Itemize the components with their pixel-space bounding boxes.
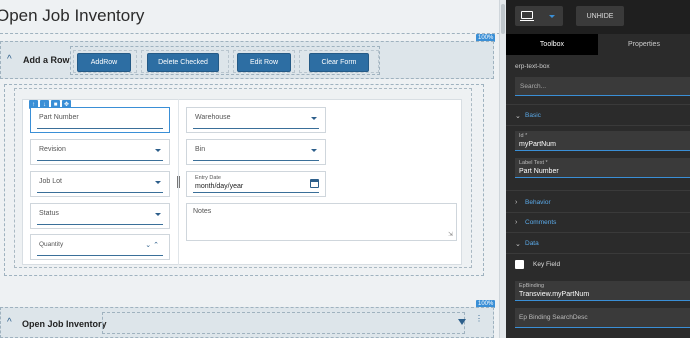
component-name: erp-text-box xyxy=(515,63,550,70)
warehouse-label: Warehouse xyxy=(195,114,231,121)
props-tabs: Toolbox Properties xyxy=(506,34,690,55)
chevron-down-icon xyxy=(549,15,555,18)
quantity-label: Quantity xyxy=(39,241,64,248)
unhide-button[interactable]: UNHIDE xyxy=(576,6,624,26)
section-comments[interactable]: › Comments xyxy=(506,216,690,230)
title-divider xyxy=(0,33,500,34)
chevron-down-icon: ⌄ xyxy=(515,113,521,120)
collapse-chevron-icon[interactable]: ^ xyxy=(7,54,12,65)
bin-dropdown[interactable]: Bin xyxy=(186,139,326,165)
status-label: Status xyxy=(39,210,59,217)
calendar-icon[interactable] xyxy=(310,179,319,188)
search-input[interactable]: Search... xyxy=(515,77,690,96)
key-field-checkbox[interactable] xyxy=(515,260,524,269)
designer-canvas: Open Job Inventory 100% ^ Add a Row AddR… xyxy=(0,0,506,338)
tab-properties[interactable]: Properties xyxy=(598,34,690,55)
more-vertical-icon[interactable]: ⋮ xyxy=(475,315,483,323)
chevron-down-icon xyxy=(155,181,161,184)
section-basic[interactable]: ⌄ Basic xyxy=(506,109,690,123)
search-placeholder: Search... xyxy=(520,83,547,90)
chevron-down-icon xyxy=(311,149,317,152)
entry-date-label: Entry Date xyxy=(195,175,221,181)
clear-form-button[interactable]: Clear Form xyxy=(309,53,369,72)
chevron-down-icon: ⌄ xyxy=(515,241,521,248)
chevron-down-icon xyxy=(155,213,161,216)
key-field-label: Key Field xyxy=(533,261,561,268)
filter-icon[interactable] xyxy=(458,319,466,325)
revision-dropdown[interactable]: Revision xyxy=(30,139,170,165)
open-job-inventory-panel[interactable]: ^ Open Job Inventory ⋮ xyxy=(0,307,494,338)
add-row-button[interactable]: AddRow xyxy=(77,53,131,72)
job-lot-dropdown[interactable]: Job Lot xyxy=(30,171,170,197)
chevron-down-icon xyxy=(311,117,317,120)
section-data[interactable]: ⌄ Data xyxy=(506,237,690,251)
chevron-right-icon: › xyxy=(515,199,518,206)
notes-textarea[interactable]: Notes ⇲ xyxy=(186,203,457,241)
revision-label: Revision xyxy=(39,146,66,153)
notes-label: Notes xyxy=(193,208,212,215)
quantity-stepper[interactable]: Quantity ⌄⌃ xyxy=(30,234,170,260)
panel-header-slot xyxy=(102,312,465,334)
vertical-scrollbar[interactable] xyxy=(499,0,506,338)
warehouse-dropdown[interactable]: Warehouse xyxy=(186,107,326,133)
chevron-down-icon xyxy=(155,149,161,152)
part-number-label: Part Number xyxy=(39,114,79,121)
device-selector[interactable] xyxy=(515,6,563,26)
spinner-arrows-icon[interactable]: ⌄⌃ xyxy=(145,241,161,249)
properties-panel: UNHIDE Toolbox Properties erp-text-box S… xyxy=(506,0,690,338)
props-toolbar: UNHIDE xyxy=(506,0,690,34)
add-row-panel[interactable]: ^ Add a Row AddRow Delete Checked Edit R… xyxy=(0,41,494,79)
ep-binding-field[interactable]: EpBinding Transview.myPartNum xyxy=(515,281,690,301)
section-behavior[interactable]: › Behavior xyxy=(506,196,690,210)
add-row-panel-title: Add a Row xyxy=(23,55,70,65)
tab-toolbox[interactable]: Toolbox xyxy=(506,34,598,55)
bin-label: Bin xyxy=(195,146,206,153)
entry-date-field[interactable]: Entry Date month/day/year xyxy=(186,171,326,197)
part-number-field[interactable]: Part Number xyxy=(30,107,170,133)
page-title: Open Job Inventory xyxy=(0,6,145,25)
ep-binding-search-field[interactable]: Ep Binding SearchDesc xyxy=(515,308,690,328)
id-field[interactable]: Id * myPartNum xyxy=(515,131,690,151)
status-dropdown[interactable]: Status xyxy=(30,203,170,229)
collapse-chevron-icon[interactable]: ^ xyxy=(7,317,12,328)
label-text-field[interactable]: Label Text * Part Number xyxy=(515,158,690,178)
delete-checked-button[interactable]: Delete Checked xyxy=(147,53,219,72)
monitor-icon xyxy=(521,11,533,19)
resize-grip-icon[interactable]: ⇲ xyxy=(448,231,453,238)
button-strip: AddRow Delete Checked Edit Row Clear For… xyxy=(70,46,380,75)
job-lot-label: Job Lot xyxy=(39,178,62,185)
chevron-right-icon: › xyxy=(515,219,518,226)
column-resize-handle[interactable] xyxy=(177,176,180,188)
open-job-inventory-title: Open Job Inventory xyxy=(22,319,107,329)
edit-row-button[interactable]: Edit Row xyxy=(237,53,291,72)
entry-date-value: month/day/year xyxy=(195,183,244,190)
